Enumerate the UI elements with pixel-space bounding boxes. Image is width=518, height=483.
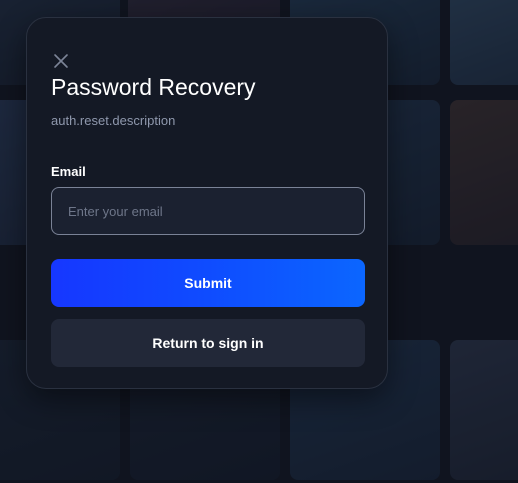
- modal-subtitle: auth.reset.description: [51, 113, 176, 128]
- return-to-sign-in-button[interactable]: Return to sign in: [51, 319, 365, 367]
- page: Password Recovery auth.reset.description…: [0, 0, 518, 483]
- close-button[interactable]: [52, 52, 70, 70]
- close-icon: [54, 54, 68, 68]
- email-input[interactable]: [51, 187, 365, 235]
- email-label: Email: [51, 164, 86, 179]
- modal-title: Password Recovery: [51, 74, 256, 100]
- password-recovery-modal: Password Recovery auth.reset.description…: [26, 17, 388, 389]
- submit-button[interactable]: Submit: [51, 259, 365, 307]
